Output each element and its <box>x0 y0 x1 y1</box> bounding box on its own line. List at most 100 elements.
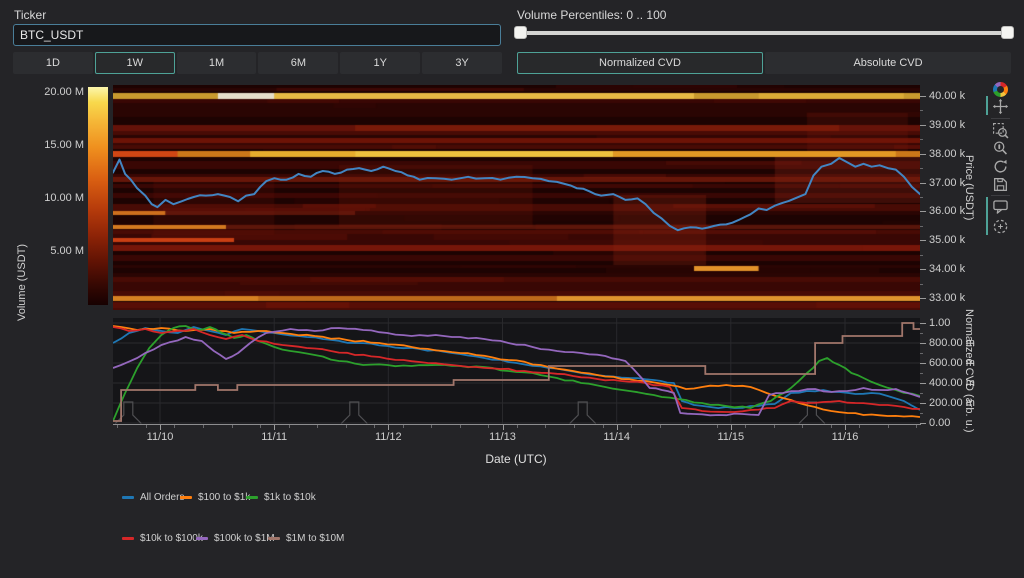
axis-tick <box>920 125 926 126</box>
wheel-zoom-icon <box>992 140 1009 157</box>
toolbar-divider <box>991 195 1010 196</box>
axis-tick <box>617 425 618 430</box>
legend-swatch <box>180 496 192 499</box>
legend-label: $1k to $10k <box>264 492 316 503</box>
axis-tick <box>920 323 926 324</box>
legend-swatch <box>196 537 208 540</box>
colorbar-tick-label: 10.00 M <box>14 192 84 204</box>
slider-handle-max[interactable] <box>1001 26 1014 39</box>
volume-colorbar <box>88 87 108 305</box>
hover-icon <box>992 198 1009 215</box>
axis-minor-tick <box>717 425 718 428</box>
axis-minor-tick <box>916 425 917 428</box>
timeframe-1m-button[interactable]: 1M <box>177 52 257 74</box>
volume-percentiles-slider[interactable] <box>514 26 1014 40</box>
cvd-axis-tick-label: 800.00 m <box>929 337 999 349</box>
axis-tick <box>274 425 275 430</box>
ticker-label: Ticker <box>14 8 46 22</box>
axis-minor-tick <box>920 393 923 394</box>
axis-tick <box>845 425 846 430</box>
legend-label: $1M to $10M <box>286 533 344 544</box>
legend-item: $100 to $1k <box>180 492 250 503</box>
axis-tick <box>920 383 926 384</box>
price-axis-tick-label: 35.00 k <box>929 234 989 246</box>
price-axis-tick-label: 36.00 k <box>929 205 989 217</box>
axis-minor-tick <box>203 425 204 428</box>
date-axis-title: Date (UTC) <box>416 452 616 466</box>
cvd-axis-tick-label: 200.00 m <box>929 397 999 409</box>
price-axis-tick-label: 33.00 k <box>929 292 989 304</box>
axis-minor-tick <box>920 139 923 140</box>
normalized-cvd-button[interactable]: Normalized CVD <box>517 52 763 74</box>
price-axis-tick-label: 34.00 k <box>929 263 989 275</box>
axis-minor-tick <box>317 425 318 428</box>
axis-minor-tick <box>802 425 803 428</box>
save-icon <box>992 176 1009 193</box>
price-heatmap-plot[interactable] <box>113 85 920 310</box>
legend-label: $10k to $100k <box>140 533 203 544</box>
axis-minor-tick <box>603 425 604 428</box>
reset-tool-button[interactable] <box>992 158 1009 175</box>
legend-item: $1M to $10M <box>268 533 344 544</box>
axis-minor-tick <box>920 255 923 256</box>
axis-minor-tick <box>488 425 489 428</box>
absolute-cvd-button[interactable]: Absolute CVD <box>765 52 1011 74</box>
axis-tick <box>388 425 389 430</box>
axis-tick <box>920 423 926 424</box>
box-zoom-icon <box>992 122 1009 139</box>
axis-minor-tick <box>920 226 923 227</box>
ticker-input[interactable] <box>13 24 501 46</box>
axis-minor-tick <box>574 425 575 428</box>
timeframe-6m-button[interactable]: 6M <box>258 52 338 74</box>
legend-item: $100k to $1M <box>196 533 275 544</box>
axis-minor-tick <box>174 425 175 428</box>
timeframe-1d-button[interactable]: 1D <box>13 52 93 74</box>
bokeh-logo[interactable] <box>993 82 1008 97</box>
pan-tool-button[interactable] <box>992 98 1009 115</box>
axis-minor-tick <box>920 373 923 374</box>
axis-tick <box>920 183 926 184</box>
legend-swatch <box>246 496 258 499</box>
axis-minor-tick <box>920 413 923 414</box>
cvd-axis-tick-label: 400.00 m <box>929 377 999 389</box>
axis-tick <box>731 425 732 430</box>
cvd-lines <box>113 318 920 425</box>
axis-minor-tick <box>289 425 290 428</box>
cvd-plot[interactable] <box>113 318 920 425</box>
axis-tick <box>920 240 926 241</box>
timeframe-1w-button[interactable]: 1W <box>95 52 175 74</box>
axis-minor-tick <box>745 425 746 428</box>
slider-handle-min[interactable] <box>514 26 527 39</box>
save-tool-button[interactable] <box>992 176 1009 193</box>
crosshair-tool-button[interactable] <box>992 218 1009 235</box>
hover-tool-button[interactable] <box>992 198 1009 215</box>
wheel-zoom-tool-button[interactable] <box>992 140 1009 157</box>
legend-item: $1k to $10k <box>246 492 316 503</box>
pan-icon <box>992 98 1009 115</box>
crypto-orderflow-dashboard: Ticker Volume Percentiles: 0 .. 100 1D 1… <box>0 0 1024 578</box>
cvd-axis-tick-label: 1.00 <box>929 317 999 329</box>
axis-tick <box>503 425 504 430</box>
price-axis-tick-label: 40.00 k <box>929 90 989 102</box>
price-axis-tick-label: 39.00 k <box>929 119 989 131</box>
timeframe-3y-button[interactable]: 3Y <box>422 52 502 74</box>
date-tick-label: 11/13 <box>478 431 528 443</box>
axis-minor-tick <box>374 425 375 428</box>
axis-minor-tick <box>688 425 689 428</box>
timeframe-1y-button[interactable]: 1Y <box>340 52 420 74</box>
axis-minor-tick <box>460 425 461 428</box>
colorbar-tick-label: 5.00 M <box>14 245 84 257</box>
slider-track[interactable] <box>520 31 1008 35</box>
date-tick-label: 11/12 <box>363 431 413 443</box>
colorbar-tick-label: 20.00 M <box>14 86 84 98</box>
axis-minor-tick <box>631 425 632 428</box>
axis-tick <box>920 363 926 364</box>
box-zoom-tool-button[interactable] <box>992 122 1009 139</box>
date-tick-label: 11/14 <box>592 431 642 443</box>
axis-tick <box>920 269 926 270</box>
date-tick-label: 11/10 <box>135 431 185 443</box>
cvd-axis-tick-label: 0.00 <box>929 417 999 429</box>
volume-percentiles-label: Volume Percentiles: 0 .. 100 <box>517 8 666 22</box>
axis-tick <box>920 343 926 344</box>
legend-item: $10k to $100k <box>122 533 203 544</box>
